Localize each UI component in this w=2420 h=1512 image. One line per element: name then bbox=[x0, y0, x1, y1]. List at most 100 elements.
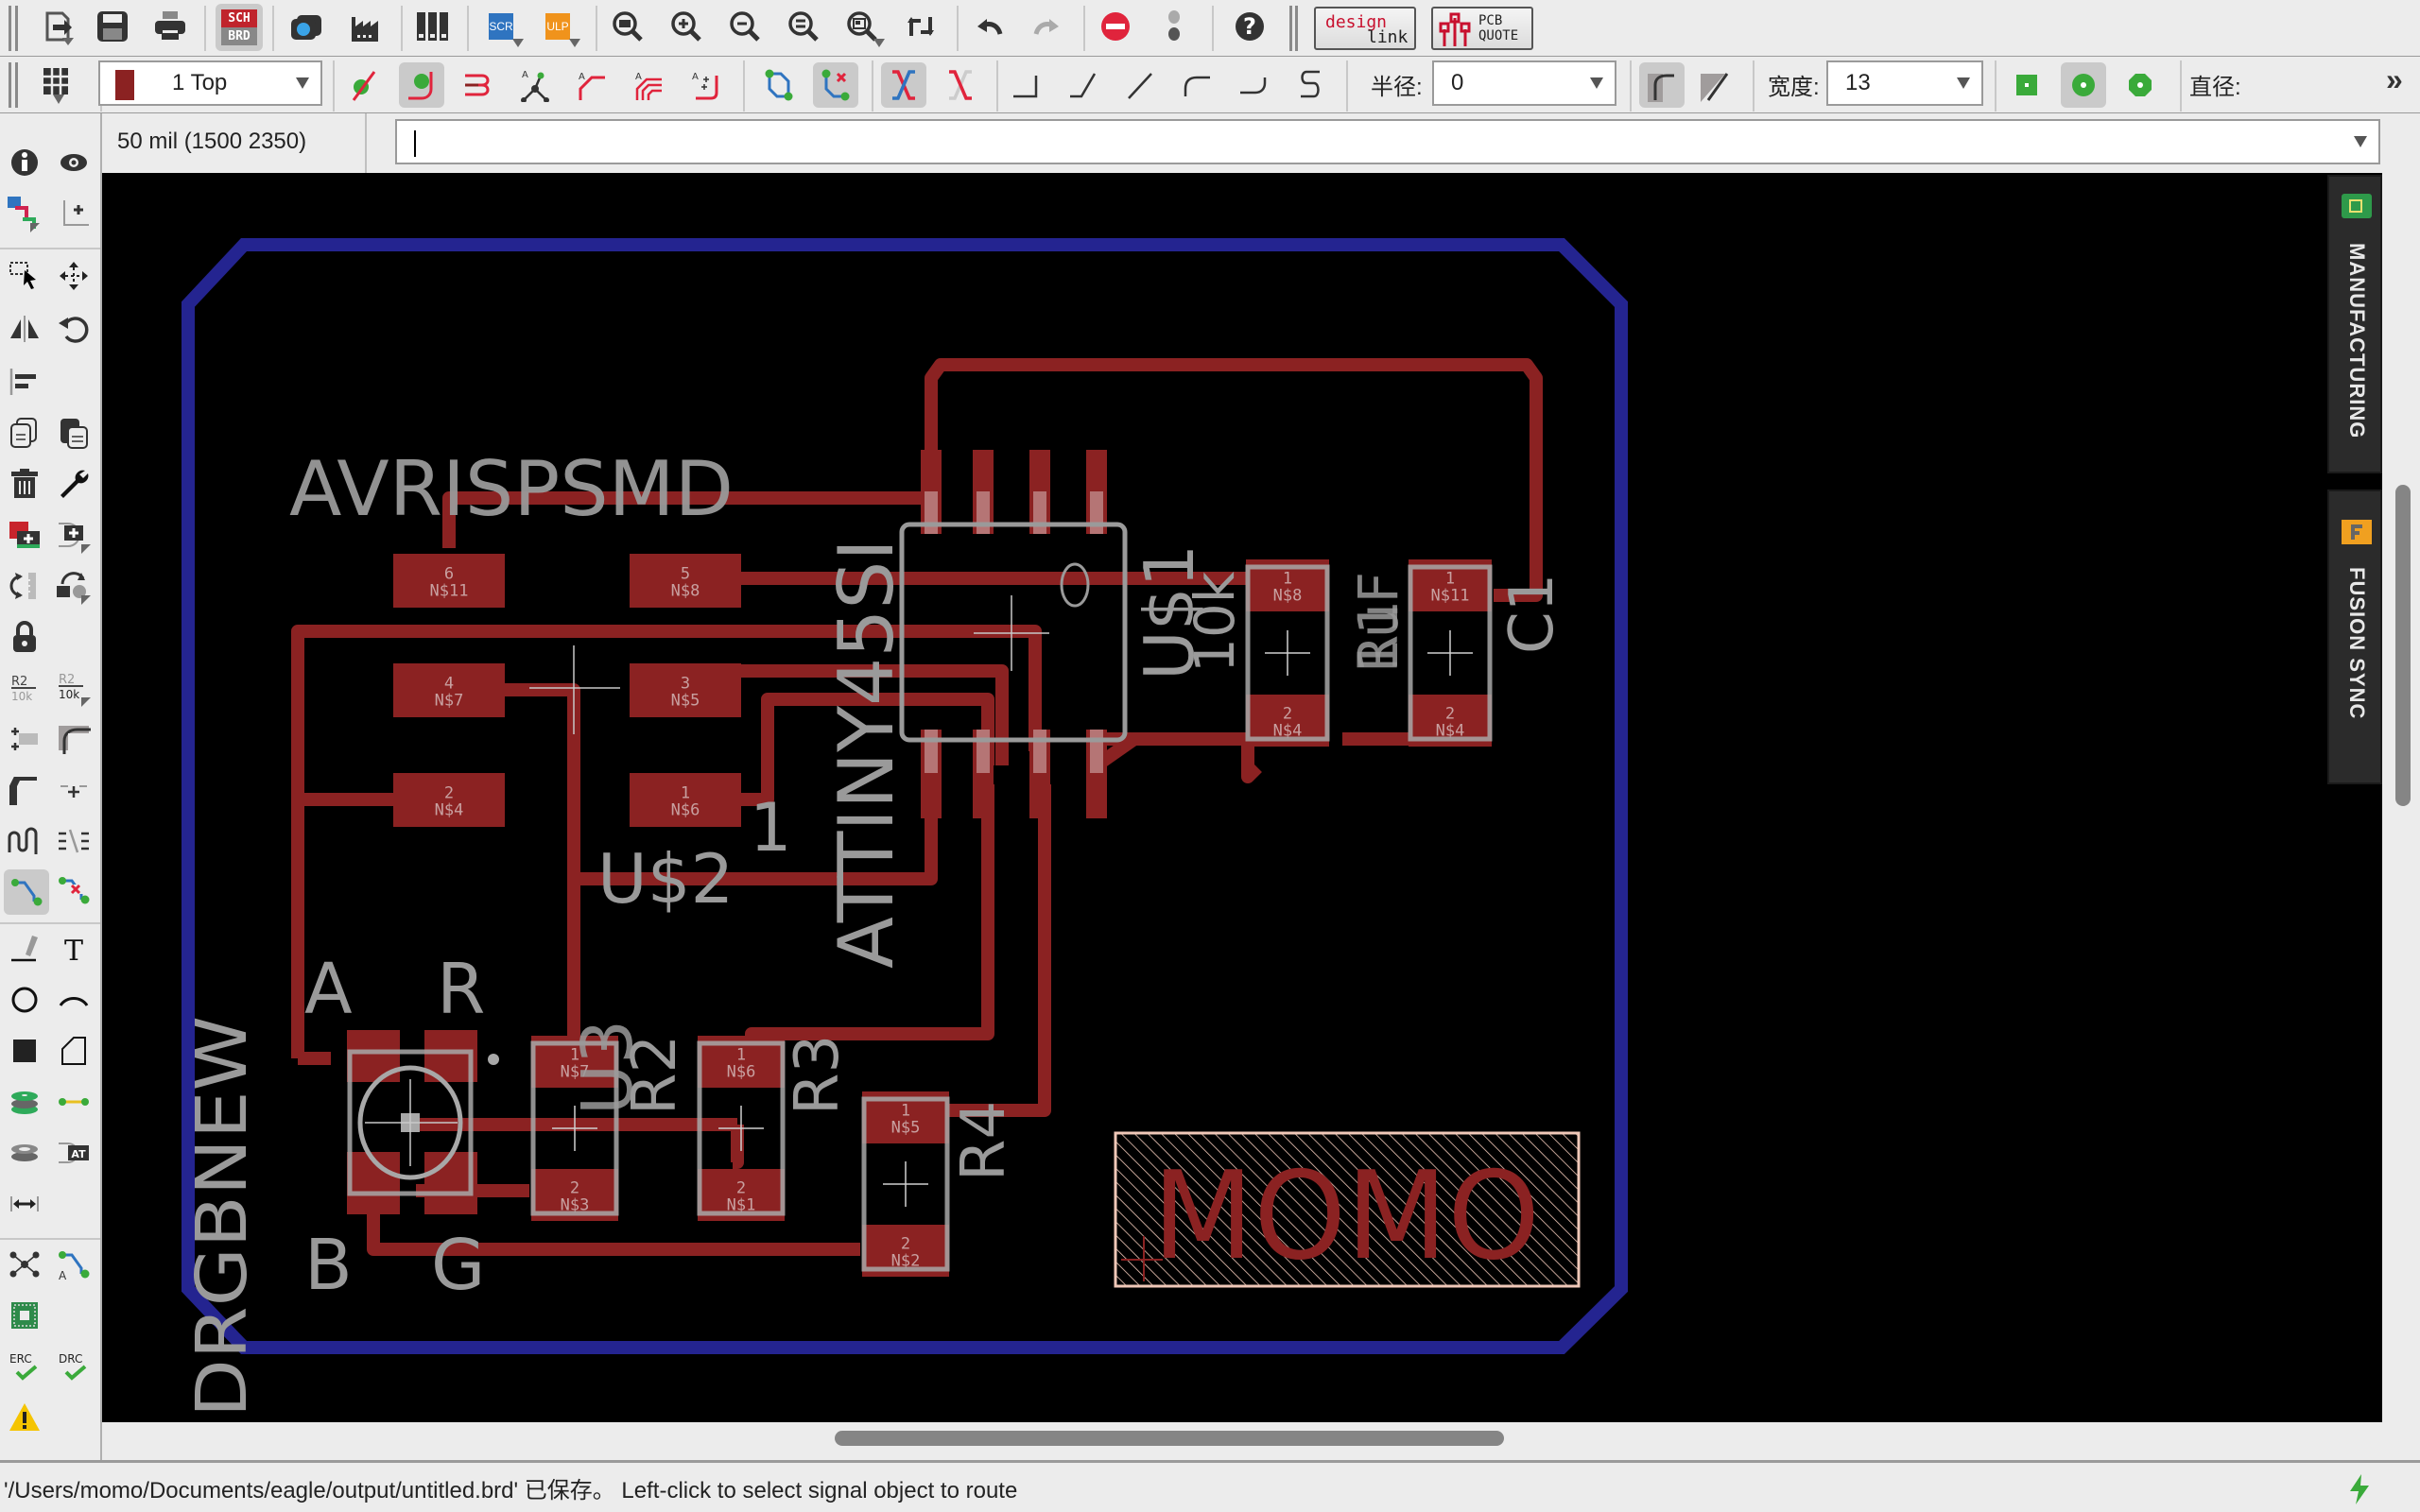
value-button[interactable]: R2 10k bbox=[53, 667, 95, 709]
ulp-button[interactable]: ULP bbox=[535, 4, 580, 49]
change-button[interactable] bbox=[53, 463, 95, 505]
miter-button[interactable] bbox=[53, 718, 95, 760]
autoroute-multi-button[interactable]: A bbox=[626, 62, 671, 108]
drc-button[interactable]: DRC bbox=[53, 1346, 95, 1387]
crossover-button[interactable] bbox=[881, 62, 926, 108]
script-button[interactable]: SCR bbox=[478, 4, 524, 49]
toolbar-grip[interactable] bbox=[9, 62, 11, 108]
signal-button[interactable] bbox=[53, 1081, 95, 1123]
design-link-button[interactable]: design link bbox=[1314, 7, 1416, 50]
layer-select[interactable]: 1 Top bbox=[98, 60, 322, 106]
loop-remove-x-button[interactable] bbox=[813, 62, 858, 108]
show-button[interactable] bbox=[53, 142, 95, 183]
lock-button[interactable] bbox=[4, 616, 45, 658]
undo-button[interactable] bbox=[966, 4, 1011, 49]
toolbar-grip[interactable] bbox=[1295, 6, 1298, 51]
meander-button[interactable] bbox=[4, 820, 45, 862]
route-split-button[interactable]: A bbox=[512, 62, 558, 108]
crossover-alt-button[interactable] bbox=[938, 62, 983, 108]
rect-button[interactable] bbox=[4, 1030, 45, 1072]
horizontal-scrollbar-thumb[interactable] bbox=[835, 1431, 1504, 1446]
smash-button[interactable] bbox=[4, 718, 45, 760]
refresh-button[interactable] bbox=[898, 4, 943, 49]
manufacturing-button[interactable] bbox=[342, 4, 388, 49]
autorouter-button[interactable]: A bbox=[53, 1244, 95, 1285]
layer-settings-button[interactable] bbox=[4, 193, 45, 234]
attribute-button[interactable]: AT bbox=[53, 1132, 95, 1174]
vertical-scrollbar-track[interactable] bbox=[2382, 173, 2420, 1422]
autoroute-single-button[interactable]: A bbox=[569, 62, 614, 108]
redo-button[interactable] bbox=[1025, 4, 1070, 49]
cam-processor-button[interactable] bbox=[284, 4, 329, 49]
save-button[interactable] bbox=[90, 4, 135, 49]
switch-sch-brd-button[interactable]: SCH BRD bbox=[216, 4, 263, 51]
hole-button[interactable] bbox=[4, 1132, 45, 1174]
overflow-chevron-icon[interactable]: » bbox=[2386, 62, 2403, 97]
toolbar-grip[interactable] bbox=[9, 6, 11, 51]
bend-style-s-button[interactable] bbox=[1288, 62, 1333, 108]
zoom-fit-button[interactable] bbox=[605, 4, 650, 49]
route-push-button[interactable] bbox=[456, 62, 501, 108]
zoom-out-button[interactable] bbox=[722, 4, 768, 49]
dimension-button[interactable] bbox=[4, 1183, 45, 1225]
rotate-button[interactable] bbox=[53, 308, 95, 350]
library-button[interactable] bbox=[410, 4, 456, 49]
export-button[interactable] bbox=[36, 4, 81, 49]
info-button[interactable] bbox=[4, 142, 45, 183]
optimize-button[interactable]: A bbox=[683, 62, 728, 108]
miter-straight-button[interactable] bbox=[1692, 62, 1737, 108]
horizontal-scrollbar-track[interactable] bbox=[102, 1422, 2382, 1460]
via-octagon-button[interactable] bbox=[2118, 62, 2163, 108]
add-button[interactable] bbox=[4, 514, 45, 556]
go-button[interactable] bbox=[1151, 4, 1197, 49]
move-button[interactable] bbox=[53, 255, 95, 297]
paste-button[interactable] bbox=[53, 412, 95, 454]
toolbar-grip[interactable] bbox=[1289, 6, 1292, 51]
ripup-button[interactable] bbox=[53, 869, 95, 911]
mirror-button[interactable] bbox=[4, 308, 45, 350]
group-button[interactable] bbox=[4, 255, 45, 297]
arc-button[interactable] bbox=[53, 979, 95, 1021]
mark-button[interactable] bbox=[53, 193, 95, 234]
bend-style-arc2-button[interactable] bbox=[1231, 62, 1276, 108]
errors-button[interactable] bbox=[4, 1397, 45, 1438]
help-button[interactable]: ? bbox=[1227, 4, 1272, 49]
bend-style-45-button[interactable] bbox=[1061, 62, 1106, 108]
toolbar-grip[interactable] bbox=[15, 6, 18, 51]
split-button[interactable] bbox=[4, 769, 45, 811]
miter-round-button[interactable] bbox=[1639, 62, 1685, 108]
command-line-input[interactable] bbox=[395, 119, 2380, 164]
delete-button[interactable] bbox=[4, 463, 45, 505]
ratsnest-button[interactable] bbox=[4, 1244, 45, 1285]
board-canvas[interactable]: 6 N$11 5 N$8 4 N$7 3 N$5 2 N$4 1 N$6 1 N$8 2 N$4 1 N$11 2… bbox=[102, 173, 2382, 1422]
fusion-sync-panel-tab[interactable]: FUSION SYNC bbox=[2327, 490, 2382, 784]
stop-button[interactable] bbox=[1093, 4, 1138, 49]
replace-button[interactable] bbox=[53, 514, 95, 556]
pinswap-button[interactable] bbox=[53, 565, 95, 607]
route-bend-free-button[interactable] bbox=[342, 62, 388, 108]
toolbar-grip[interactable] bbox=[15, 62, 18, 108]
route-snap-button[interactable] bbox=[399, 62, 444, 108]
zoom-select-button[interactable] bbox=[839, 4, 885, 49]
swap-gate-button[interactable] bbox=[4, 565, 45, 607]
bend-style-straight-button[interactable] bbox=[1117, 62, 1163, 108]
wire-button[interactable] bbox=[4, 928, 45, 970]
zoom-in-button[interactable] bbox=[664, 4, 709, 49]
fusion-button[interactable] bbox=[4, 1295, 45, 1336]
vertical-scrollbar-thumb[interactable] bbox=[2395, 485, 2411, 806]
pcb-quote-button[interactable]: PCB QUOTE bbox=[1431, 7, 1533, 50]
route-button[interactable] bbox=[4, 869, 49, 915]
align-button[interactable] bbox=[4, 361, 45, 403]
manufacturing-panel-tab[interactable]: MANUFACTURING bbox=[2327, 175, 2382, 473]
lightning-icon[interactable] bbox=[2348, 1474, 2371, 1504]
via-button[interactable] bbox=[4, 1081, 45, 1123]
polygon-button[interactable] bbox=[53, 1030, 95, 1072]
print-button[interactable] bbox=[147, 4, 193, 49]
copy-button[interactable] bbox=[4, 412, 45, 454]
erc-button[interactable]: ERC bbox=[4, 1346, 45, 1387]
loop-remove-button[interactable] bbox=[756, 62, 802, 108]
pcb-layout[interactable]: 6N$115N$84N$73N$52N$41N$6 1N$82N$41N$112… bbox=[102, 173, 2382, 1422]
chevron-down-icon[interactable] bbox=[2354, 136, 2367, 147]
zoom-redraw-button[interactable] bbox=[781, 4, 826, 49]
circle-button[interactable] bbox=[4, 979, 45, 1021]
